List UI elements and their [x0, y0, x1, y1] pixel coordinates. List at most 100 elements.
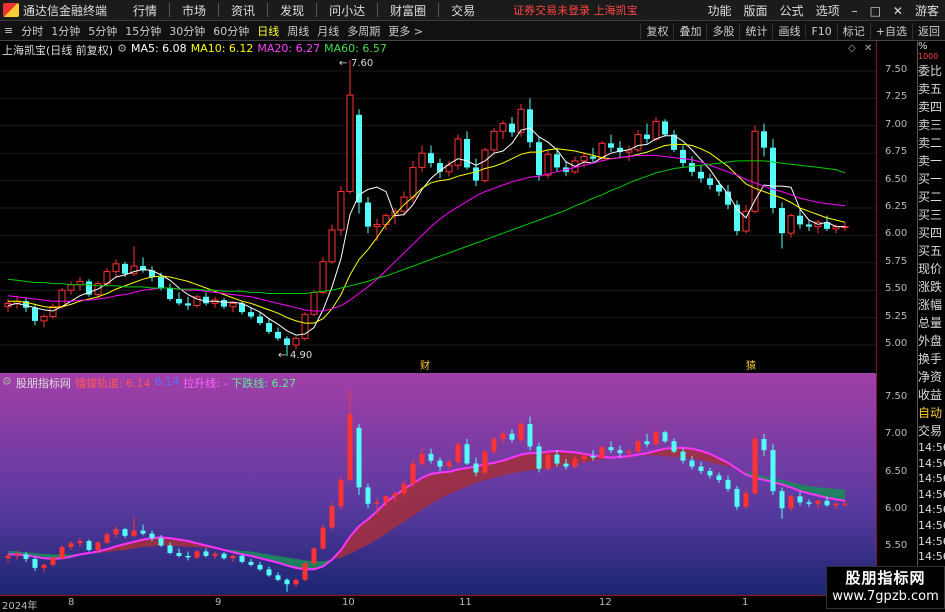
side-time: 14:56 — [918, 518, 945, 532]
ind-candle-body — [716, 475, 722, 480]
period-more[interactable]: 更多 > — [384, 23, 427, 39]
period-5min[interactable]: 5分钟 — [84, 23, 121, 39]
menu-options[interactable]: 选项 — [810, 2, 846, 19]
settings-gear-icon[interactable]: ⚙ — [117, 42, 127, 58]
candle-body — [509, 123, 515, 133]
price-tick-label: 7.25 — [885, 91, 908, 103]
period-30min[interactable]: 30分钟 — [165, 23, 209, 39]
maximize-button[interactable]: □ — [864, 4, 887, 18]
candle-body — [185, 303, 191, 306]
side-label: 总量 — [918, 316, 943, 330]
price-chart[interactable] — [0, 41, 876, 372]
ind-candle-body — [842, 503, 848, 505]
candle-body — [203, 296, 209, 304]
trade-label[interactable]: 交易 — [918, 422, 945, 440]
indicator-band — [440, 471, 449, 499]
indicator-chart[interactable] — [0, 373, 876, 595]
ind-candle-body — [149, 533, 155, 539]
f10-button[interactable]: F10 — [805, 24, 836, 38]
ind-candle-body — [572, 459, 578, 467]
period-daily[interactable]: 日线 — [253, 23, 283, 39]
menu-wealth-circle[interactable]: 财富圈 — [380, 2, 436, 19]
period-weekly[interactable]: 周线 — [283, 23, 313, 39]
period-60min[interactable]: 60分钟 — [209, 23, 253, 39]
ind-candle-body — [185, 555, 191, 558]
ind-candle-body — [806, 502, 812, 504]
period-multi[interactable]: 多周期 — [343, 23, 384, 39]
close-button[interactable]: ✕ — [887, 4, 909, 18]
finance-marker[interactable]: 财 — [420, 357, 430, 372]
date-axis-label: 12 — [599, 597, 612, 608]
candle-body — [167, 288, 173, 299]
indicator-tick-label: 7.00 — [885, 428, 908, 440]
mark-button[interactable]: 标记 — [836, 23, 870, 39]
side-label: 换手 — [918, 352, 943, 366]
menu-trade[interactable]: 交易 — [441, 2, 485, 19]
candle-body — [356, 114, 362, 203]
price-tick-label: 6.25 — [885, 201, 908, 212]
ind-candle-body — [167, 545, 173, 553]
ind-candle-body — [329, 506, 335, 528]
overlay-button[interactable]: 叠加 — [673, 23, 706, 39]
ind-candle-body — [158, 538, 164, 546]
user-guest[interactable]: 游客 — [909, 2, 945, 19]
watermark-url: www.7gpzb.com — [832, 589, 939, 604]
ind-candle-body — [86, 541, 92, 550]
candle-body — [275, 331, 281, 339]
candle-body — [797, 215, 803, 225]
stats-button[interactable]: 统计 — [739, 23, 772, 39]
menu-ask-xiaoda[interactable]: 问小达 — [319, 2, 375, 19]
period-15min[interactable]: 15分钟 — [121, 23, 165, 39]
auto-label[interactable]: 自动 — [918, 404, 945, 422]
indicator-settings-icon[interactable]: ⚙ — [2, 375, 12, 391]
login-warning[interactable]: 证券交易未登录 上海凯宝 — [513, 2, 638, 18]
side-label: 收益 — [918, 388, 943, 402]
ind-candle-body — [23, 554, 29, 559]
side-label: 买五 — [918, 244, 943, 258]
candle-body — [779, 208, 785, 234]
candle-body — [122, 263, 128, 274]
menu-formula[interactable]: 公式 — [774, 2, 810, 19]
adjust-button[interactable]: 复权 — [640, 23, 673, 39]
candle-body — [266, 323, 272, 332]
event-marker[interactable]: 猿 — [746, 357, 756, 372]
price-tick-label: 6.00 — [885, 228, 908, 240]
candle-body — [527, 109, 533, 143]
back-button[interactable]: 返回 — [912, 23, 945, 39]
side-time: 14:56 — [918, 472, 945, 486]
candle-body — [806, 224, 812, 227]
ind-candle-body — [545, 454, 551, 469]
menu-toggle-icon[interactable]: ≡ — [0, 24, 17, 37]
period-1min[interactable]: 1分钟 — [47, 23, 84, 39]
menu-discover[interactable]: 发现 — [270, 2, 314, 19]
minimize-button[interactable]: – — [846, 4, 864, 18]
side-label: 卖一 — [918, 154, 943, 168]
period-toolbar: ≡ 分时 1分钟 5分钟 15分钟 30分钟 60分钟 日线 周线 月线 多周期… — [0, 21, 945, 41]
draw-line-button[interactable]: 画线 — [772, 23, 805, 39]
ind-candle-body — [14, 554, 20, 556]
multi-stock-button[interactable]: 多股 — [706, 23, 739, 39]
ind-candle-body — [347, 414, 353, 480]
menu-separator — [218, 3, 220, 17]
indicator-tick-label: 6.50 — [885, 465, 908, 477]
side-time: 14:56 — [918, 503, 945, 517]
menu-news[interactable]: 资讯 — [221, 2, 265, 19]
ind-candle-body — [41, 564, 47, 568]
candle-body — [634, 134, 642, 151]
add-watchlist-button[interactable]: +自选 — [869, 23, 912, 39]
date-axis-label: 1 — [742, 597, 749, 608]
menu-quotes[interactable]: 行情 — [123, 2, 167, 19]
indicator-rise-line: 拉升线: - — [183, 377, 228, 390]
period-monthly[interactable]: 月线 — [313, 23, 343, 39]
menu-market[interactable]: 市场 — [172, 2, 216, 19]
period-timeshare[interactable]: 分时 — [17, 23, 47, 39]
ind-candle-body — [599, 447, 605, 458]
candle-body — [382, 215, 390, 225]
candle-body — [580, 155, 588, 162]
side-label: 涨幅 — [918, 298, 943, 312]
menu-function[interactable]: 功能 — [702, 2, 738, 19]
ind-candle-body — [392, 493, 398, 497]
candle-body — [662, 121, 668, 135]
candle-body — [473, 167, 479, 181]
menu-layout[interactable]: 版面 — [738, 2, 774, 19]
